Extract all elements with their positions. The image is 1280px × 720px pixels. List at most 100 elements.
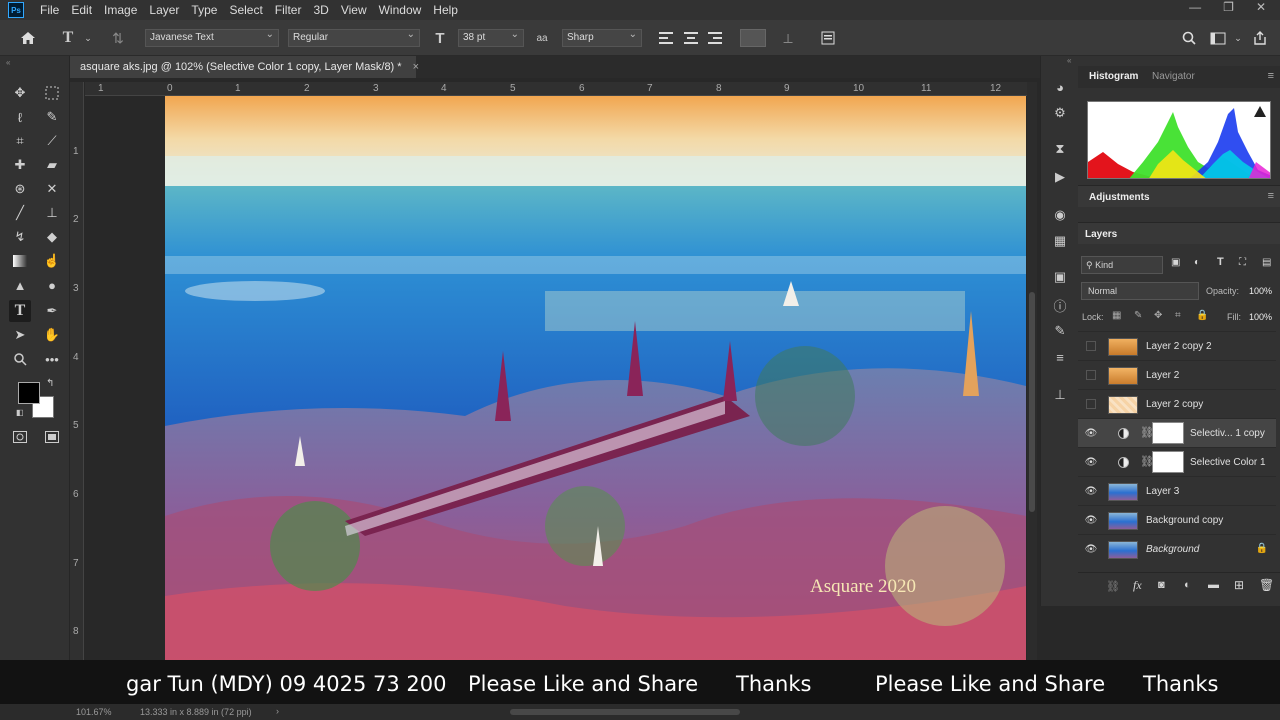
paths-panel-icon[interactable]: ◉ [1051, 206, 1069, 224]
tab-layers[interactable]: Layers [1085, 229, 1117, 240]
info-panel-icon[interactable]: ⓘ [1051, 296, 1069, 314]
sharpen-tool-icon[interactable]: ▲ [9, 274, 31, 296]
filter-kind-select[interactable]: ⚲ Kind [1081, 256, 1163, 274]
marquee-tool-icon[interactable] [41, 82, 63, 104]
home-icon[interactable] [18, 28, 38, 48]
lock-position-icon[interactable]: ✥ [1154, 310, 1162, 321]
path-selection-tool-icon[interactable]: ➤ [9, 324, 31, 346]
link-layers-icon[interactable]: ⛓ [1106, 580, 1120, 593]
clone-source-icon[interactable]: ⊥ [1051, 386, 1069, 404]
close-tab-icon[interactable]: × [413, 61, 419, 73]
restore-button[interactable]: ❐ [1223, 0, 1234, 14]
lock-artboard-icon[interactable]: ⌗ [1175, 310, 1181, 321]
hand-tool-icon[interactable]: ✋ [41, 324, 63, 346]
patch-tool-icon[interactable]: ▰ [41, 154, 63, 176]
pen-tool-icon[interactable]: ✒ [41, 300, 63, 322]
search-icon[interactable] [1179, 28, 1199, 48]
vertical-scrollbar[interactable] [1027, 82, 1037, 702]
history-panel-icon[interactable]: ⧗ [1051, 140, 1069, 158]
antialias-select[interactable]: Sharp [562, 29, 642, 47]
more-tools-icon[interactable]: ••• [41, 348, 63, 370]
filter-smart-icon[interactable]: ▤ [1262, 257, 1271, 268]
new-adjustment-icon[interactable]: ◐ [1184, 579, 1191, 591]
layer-row[interactable]: 👁 Background copy [1078, 505, 1276, 534]
eraser-tool-icon[interactable]: ◆ [41, 226, 63, 248]
lock-all-icon[interactable]: 🔒 [1196, 310, 1208, 321]
visibility-toggle-off[interactable] [1086, 399, 1096, 409]
lock-transparent-icon[interactable]: ▦ [1112, 310, 1121, 321]
swap-colors-icon[interactable]: ↰ [46, 378, 54, 389]
layer-row[interactable]: Layer 2 [1078, 360, 1276, 389]
lasso-tool-icon[interactable]: ℓ [9, 106, 31, 128]
menu-file[interactable]: File [34, 3, 65, 17]
menu-edit[interactable]: Edit [65, 3, 98, 17]
properties-panel-icon[interactable]: ⚙ [1051, 104, 1069, 122]
type-tool-preset-icon[interactable]: T [58, 28, 78, 48]
type-tool-icon[interactable]: T [9, 300, 31, 322]
font-family-select[interactable]: Javanese Text [145, 29, 279, 47]
eye-icon[interactable]: 👁 [1085, 543, 1098, 555]
filter-type-icon[interactable]: T [1217, 256, 1224, 268]
panel-menu-icon[interactable]: ≡ [1268, 190, 1274, 202]
fill-value[interactable]: 100% [1249, 312, 1272, 322]
content-aware-tool-icon[interactable]: ⊛ [9, 178, 31, 200]
tab-histogram[interactable]: Histogram [1089, 71, 1138, 82]
chevron-down-icon[interactable]: ⌄ [1228, 28, 1248, 48]
chevron-right-icon[interactable]: › [276, 706, 279, 716]
screen-mode-icon[interactable] [41, 426, 63, 448]
healing-brush-tool-icon[interactable]: ✚ [9, 154, 31, 176]
visibility-toggle-off[interactable] [1086, 341, 1096, 351]
menu-type[interactable]: Type [185, 3, 223, 17]
align-right-icon[interactable] [705, 28, 725, 48]
play-actions-icon[interactable]: ▶ [1051, 168, 1069, 186]
warning-icon[interactable] [1254, 106, 1266, 117]
canvas-area[interactable]: Asquare 2020 [85, 96, 1027, 660]
scroll-thumb[interactable] [1029, 292, 1035, 512]
menu-select[interactable]: Select [223, 3, 268, 17]
add-mask-icon[interactable]: ◙ [1158, 579, 1165, 591]
crop-tool-icon[interactable]: ⌗ [9, 130, 31, 152]
swatches-panel-icon[interactable]: ▦ [1051, 232, 1069, 250]
chevron-down-icon[interactable]: ⌄ [78, 28, 98, 48]
eye-icon[interactable]: 👁 [1085, 514, 1098, 526]
zoom-level[interactable]: 101.67% [76, 707, 112, 717]
lock-image-icon[interactable]: ✎ [1134, 310, 1142, 321]
layer-row-selected[interactable]: 👁 ⛓ Selectiv... 1 copy [1078, 418, 1276, 447]
eye-icon[interactable]: 👁 [1085, 456, 1098, 468]
expand-icon[interactable]: « [1067, 56, 1071, 65]
color-panel-icon[interactable]: ◕ [1051, 78, 1069, 96]
adjust-sliders-icon[interactable]: ≡ [1051, 348, 1069, 366]
menu-layer[interactable]: Layer [143, 3, 185, 17]
dodge-tool-icon[interactable]: ● [41, 274, 63, 296]
workspace-icon[interactable] [1208, 28, 1228, 48]
document-tab[interactable]: asquare aks.jpg @ 102% (Selective Color … [70, 56, 419, 78]
brush-tool-icon[interactable]: ╱ [9, 202, 31, 224]
character-panel-icon[interactable] [818, 28, 838, 48]
text-color-swatch[interactable] [740, 29, 766, 47]
minimize-button[interactable]: — [1189, 0, 1201, 14]
layer-row[interactable]: 👁 Layer 3 [1078, 476, 1276, 505]
font-size-select[interactable]: 38 pt [458, 29, 524, 47]
menu-filter[interactable]: Filter [269, 3, 308, 17]
menu-3d[interactable]: 3D [307, 3, 334, 17]
opacity-value[interactable]: 100% [1249, 286, 1272, 296]
menu-view[interactable]: View [335, 3, 373, 17]
align-center-icon[interactable] [681, 28, 701, 48]
smudge-tool-icon[interactable]: ☝ [41, 250, 63, 272]
menu-image[interactable]: Image [98, 3, 143, 17]
layer-row[interactable]: 👁 Background 🔒 [1078, 534, 1276, 563]
share-icon[interactable] [1250, 28, 1270, 48]
character-styles-icon[interactable]: ▣ [1051, 268, 1069, 286]
layer-row[interactable]: Layer 2 copy 2 [1078, 331, 1276, 360]
new-layer-icon[interactable]: ⊞ [1234, 578, 1244, 592]
filter-pixel-icon[interactable]: ▣ [1171, 257, 1180, 268]
new-group-icon[interactable]: ▬ [1208, 579, 1219, 591]
tab-adjustments[interactable]: Adjustments [1089, 192, 1150, 203]
layer-row[interactable]: Layer 2 copy [1078, 389, 1276, 418]
close-window-button[interactable]: ✕ [1256, 0, 1266, 14]
fx-icon[interactable]: fx [1133, 578, 1142, 593]
filter-shape-icon[interactable]: ⛶ [1239, 257, 1246, 268]
font-style-select[interactable]: Regular [288, 29, 420, 47]
document-image[interactable]: Asquare 2020 [165, 96, 1026, 660]
zoom-tool-icon[interactable] [9, 348, 31, 370]
